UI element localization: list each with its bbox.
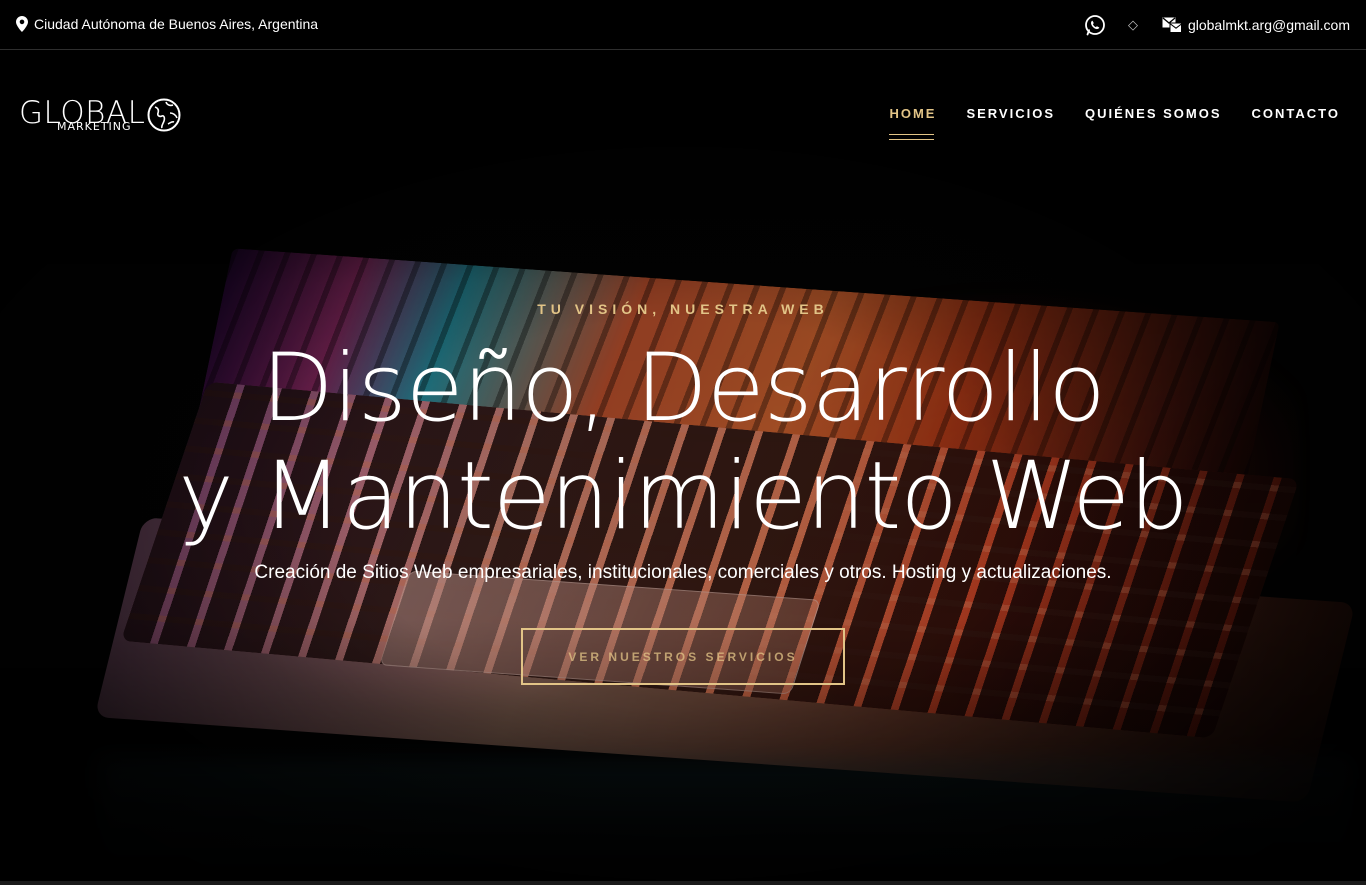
main-nav: HOME SERVICIOS QUIÉNES SOMOS CONTACTO [889,106,1340,140]
site-logo[interactable]: GLOBAL MARKETING [19,96,184,138]
email-link[interactable]: globalmkt.arg@gmail.com [1162,17,1350,33]
map-pin-icon [16,16,28,32]
separator-diamond: ◇ [1127,17,1138,32]
location-text: Ciudad Autónoma de Buenos Aires, Argenti… [34,16,319,32]
nav-item-servicios[interactable]: SERVICIOS [966,106,1055,121]
hero-eyebrow: TU VISIÓN, NUESTRA WEB [537,301,829,317]
location-info: Ciudad Autónoma de Buenos Aires, Argenti… [16,16,318,32]
email-text: globalmkt.arg@gmail.com [1187,17,1350,33]
page: Ciudad Autónoma de Buenos Aires, Argenti… [0,0,1366,885]
hero-headline-line-2: y Mantenimiento Web [178,442,1188,551]
site-header: GLOBAL MARKETING HOME SERVICIOS QUIÉNES … [0,51,1366,161]
whatsapp-icon[interactable] [1084,14,1106,36]
bottom-divider [0,881,1366,885]
nav-item-home[interactable]: HOME [889,106,936,140]
hero-headline: Diseño, Desarrollo y Mantenimiento Web [0,335,1366,551]
nav-item-quienes-somos[interactable]: QUIÉNES SOMOS [1085,106,1222,121]
logo-sub-text: MARKETING [57,120,132,133]
mail-icon [1162,17,1182,33]
nav-item-contacto[interactable]: CONTACTO [1252,106,1340,121]
top-bar: Ciudad Autónoma de Buenos Aires, Argenti… [0,0,1366,50]
hero-subtext: Creación de Sitios Web empresariales, in… [254,562,1112,583]
view-services-button[interactable]: VER NUESTROS SERVICIOS [521,628,845,685]
top-bar-contacts: ◇ globalmkt.arg@gmail.com [1084,14,1350,36]
globe-icon [146,97,182,138]
hero-headline-line-1: Diseño, Desarrollo [261,334,1105,443]
